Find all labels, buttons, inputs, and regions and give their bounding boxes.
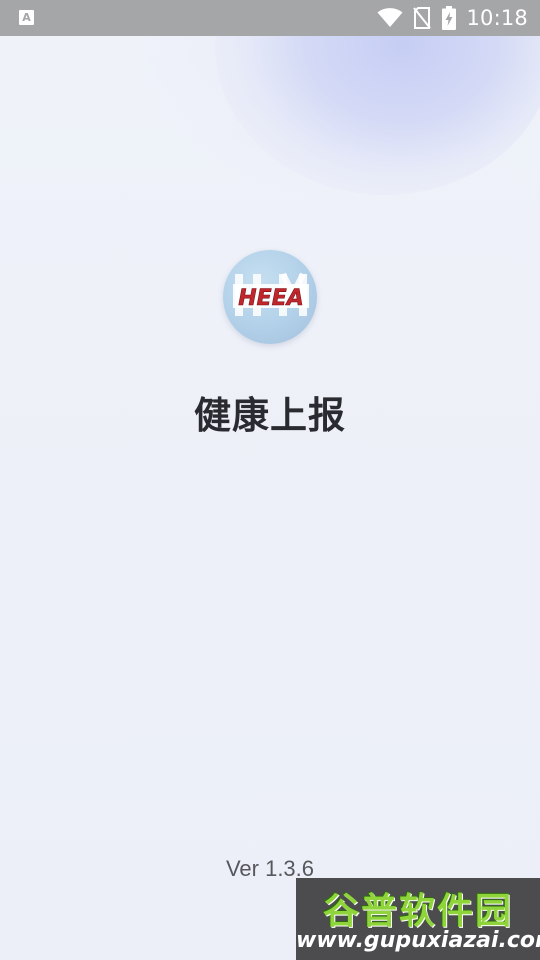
watermark-title: 谷普软件园 bbox=[322, 891, 513, 932]
no-sim-icon bbox=[413, 7, 432, 29]
logo-text: HEEA bbox=[238, 286, 304, 311]
status-bar: A 10:18 bbox=[0, 0, 540, 36]
heea-logo-icon: HEEA bbox=[233, 272, 309, 316]
watermark-url: www.gupuxiazai.com bbox=[296, 928, 540, 953]
splash-screen: A 10:18 HEEA 健康上报 Ver 1.3.6 谷普软件园 www.gu… bbox=[0, 0, 540, 960]
app-title: 健康上报 bbox=[194, 394, 346, 437]
status-icons: 10:18 bbox=[377, 0, 528, 36]
status-time: 10:18 bbox=[466, 6, 528, 30]
app-logo: HEEA bbox=[223, 250, 317, 344]
battery-charging-icon bbox=[442, 6, 457, 30]
wifi-icon bbox=[377, 8, 403, 27]
keyboard-notification-icon: A bbox=[19, 10, 34, 25]
watermark: 谷普软件园 www.gupuxiazai.com bbox=[296, 878, 540, 960]
